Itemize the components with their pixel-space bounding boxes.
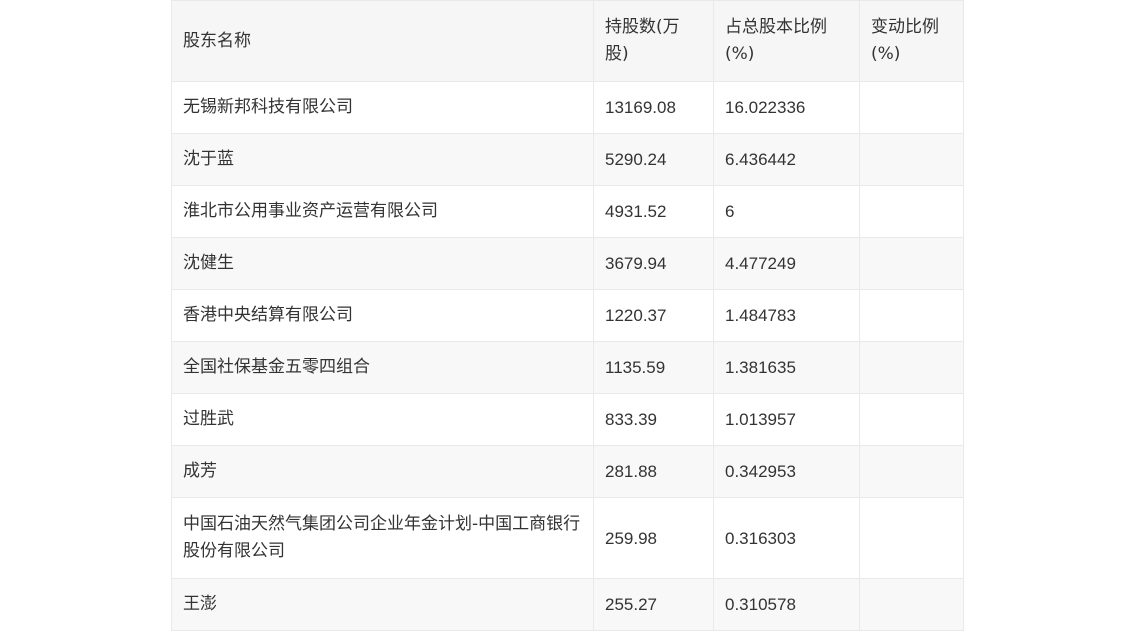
change-ratio-cell (859, 445, 964, 498)
change-ratio-cell (859, 81, 964, 134)
shareholder-name-cell: 淮北市公用事业资产运营有限公司 (171, 185, 594, 238)
shares-held-cell: 13169.08 (593, 81, 714, 134)
shareholder-name-cell: 过胜武 (171, 393, 594, 446)
share-ratio-cell: 6.436442 (713, 133, 860, 186)
shares-held-cell: 3679.94 (593, 237, 714, 290)
shareholder-name-cell: 香港中央结算有限公司 (171, 289, 594, 342)
header-share-ratio: 占总股本比例(%) (713, 0, 860, 82)
table-row: 淮北市公用事业资产运营有限公司 4931.52 6 (171, 185, 964, 238)
shareholder-name-cell: 中国石油天然气集团公司企业年金计划-中国工商银行股份有限公司 (171, 497, 594, 579)
shareholder-table-container: 股东名称 持股数(万股) 占总股本比例(%) 变动比例(%) 无锡新邦科技有限公… (171, 0, 964, 631)
table-header-row: 股东名称 持股数(万股) 占总股本比例(%) 变动比例(%) (171, 0, 964, 82)
share-ratio-cell: 1.484783 (713, 289, 860, 342)
table-row: 中国石油天然气集团公司企业年金计划-中国工商银行股份有限公司 259.98 0.… (171, 497, 964, 579)
share-ratio-cell: 1.381635 (713, 341, 860, 394)
shares-held-cell: 255.27 (593, 578, 714, 631)
share-ratio-cell: 16.022336 (713, 81, 860, 134)
shares-held-cell: 259.98 (593, 497, 714, 579)
share-ratio-cell: 0.316303 (713, 497, 860, 579)
shares-held-cell: 833.39 (593, 393, 714, 446)
share-ratio-cell: 1.013957 (713, 393, 860, 446)
header-change-ratio: 变动比例(%) (859, 0, 964, 82)
header-shareholder-name: 股东名称 (171, 0, 594, 82)
shareholder-name-cell: 沈于蓝 (171, 133, 594, 186)
table-row: 无锡新邦科技有限公司 13169.08 16.022336 (171, 81, 964, 134)
change-ratio-cell (859, 578, 964, 631)
share-ratio-cell: 0.310578 (713, 578, 860, 631)
change-ratio-cell (859, 393, 964, 446)
shareholder-name-cell: 王澎 (171, 578, 594, 631)
table-row: 成芳 281.88 0.342953 (171, 445, 964, 498)
share-ratio-cell: 6 (713, 185, 860, 238)
table-row: 香港中央结算有限公司 1220.37 1.484783 (171, 289, 964, 342)
shareholder-name-cell: 无锡新邦科技有限公司 (171, 81, 594, 134)
shares-held-cell: 5290.24 (593, 133, 714, 186)
shareholder-name-cell: 沈健生 (171, 237, 594, 290)
table-row: 沈健生 3679.94 4.477249 (171, 237, 964, 290)
change-ratio-cell (859, 237, 964, 290)
shares-held-cell: 1220.37 (593, 289, 714, 342)
shares-held-cell: 281.88 (593, 445, 714, 498)
shares-held-cell: 1135.59 (593, 341, 714, 394)
share-ratio-cell: 0.342953 (713, 445, 860, 498)
top-shareholders-table: 股东名称 持股数(万股) 占总股本比例(%) 变动比例(%) 无锡新邦科技有限公… (171, 0, 964, 631)
change-ratio-cell (859, 185, 964, 238)
change-ratio-cell (859, 341, 964, 394)
share-ratio-cell: 4.477249 (713, 237, 860, 290)
table-row: 全国社保基金五零四组合 1135.59 1.381635 (171, 341, 964, 394)
change-ratio-cell (859, 133, 964, 186)
shareholder-name-cell: 全国社保基金五零四组合 (171, 341, 594, 394)
shareholder-name-cell: 成芳 (171, 445, 594, 498)
table-row: 王澎 255.27 0.310578 (171, 578, 964, 631)
change-ratio-cell (859, 497, 964, 579)
table-row: 过胜武 833.39 1.013957 (171, 393, 964, 446)
table-row: 沈于蓝 5290.24 6.436442 (171, 133, 964, 186)
change-ratio-cell (859, 289, 964, 342)
shares-held-cell: 4931.52 (593, 185, 714, 238)
header-shares-held: 持股数(万股) (593, 0, 714, 82)
